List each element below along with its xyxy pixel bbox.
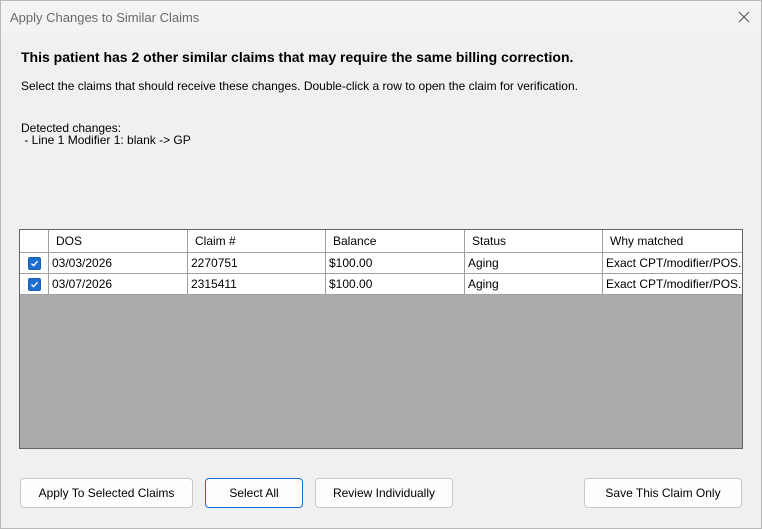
row-checkbox[interactable] [27, 257, 41, 270]
cell-balance[interactable]: $100.00 [326, 274, 465, 295]
claims-grid[interactable]: DOS Claim # Balance Status Why matched 0… [19, 229, 743, 449]
row-checkbox[interactable] [27, 278, 41, 291]
column-header-why-matched[interactable]: Why matched [603, 230, 742, 252]
column-header-status[interactable]: Status [465, 230, 603, 252]
column-header-claim[interactable]: Claim # [188, 230, 326, 252]
title-bar[interactable]: Apply Changes to Similar Claims [1, 1, 761, 33]
window-title: Apply Changes to Similar Claims [10, 10, 200, 25]
check-icon [30, 254, 39, 274]
close-button[interactable] [733, 6, 755, 28]
review-individually-button[interactable]: Review Individually [315, 478, 453, 508]
grid-header: DOS Claim # Balance Status Why matched [20, 230, 742, 253]
cell-status[interactable]: Aging [465, 253, 603, 274]
table-row[interactable]: 03/03/2026 2270751 $100.00 Aging Exact C… [20, 253, 742, 274]
row-select-cell[interactable] [20, 253, 49, 274]
apply-to-selected-button[interactable]: Apply To Selected Claims [20, 478, 193, 508]
select-all-button[interactable]: Select All [205, 478, 303, 508]
cell-balance[interactable]: $100.00 [326, 253, 465, 274]
cell-why-matched[interactable]: Exact CPT/modifier/POS... [603, 274, 742, 295]
dialog-heading: This patient has 2 other similar claims … [21, 49, 574, 65]
column-header-balance[interactable]: Balance [326, 230, 465, 252]
dialog-window: Apply Changes to Similar Claims This pat… [0, 0, 762, 529]
check-icon [30, 275, 39, 295]
row-select-cell[interactable] [20, 274, 49, 295]
cell-why-matched[interactable]: Exact CPT/modifier/POS... [603, 253, 742, 274]
cell-claim-number[interactable]: 2270751 [188, 253, 326, 274]
cell-status[interactable]: Aging [465, 274, 603, 295]
save-this-claim-only-button[interactable]: Save This Claim Only [584, 478, 742, 508]
column-header-dos[interactable]: DOS [49, 230, 188, 252]
instructions-text: Select the claims that should receive th… [21, 79, 578, 93]
cell-dos[interactable]: 03/03/2026 [49, 253, 188, 274]
column-header-select[interactable] [20, 230, 49, 252]
detected-change-item: - Line 1 Modifier 1: blank -> GP [21, 133, 191, 147]
cell-dos[interactable]: 03/07/2026 [49, 274, 188, 295]
close-icon [738, 11, 750, 23]
table-row[interactable]: 03/07/2026 2315411 $100.00 Aging Exact C… [20, 274, 742, 295]
cell-claim-number[interactable]: 2315411 [188, 274, 326, 295]
